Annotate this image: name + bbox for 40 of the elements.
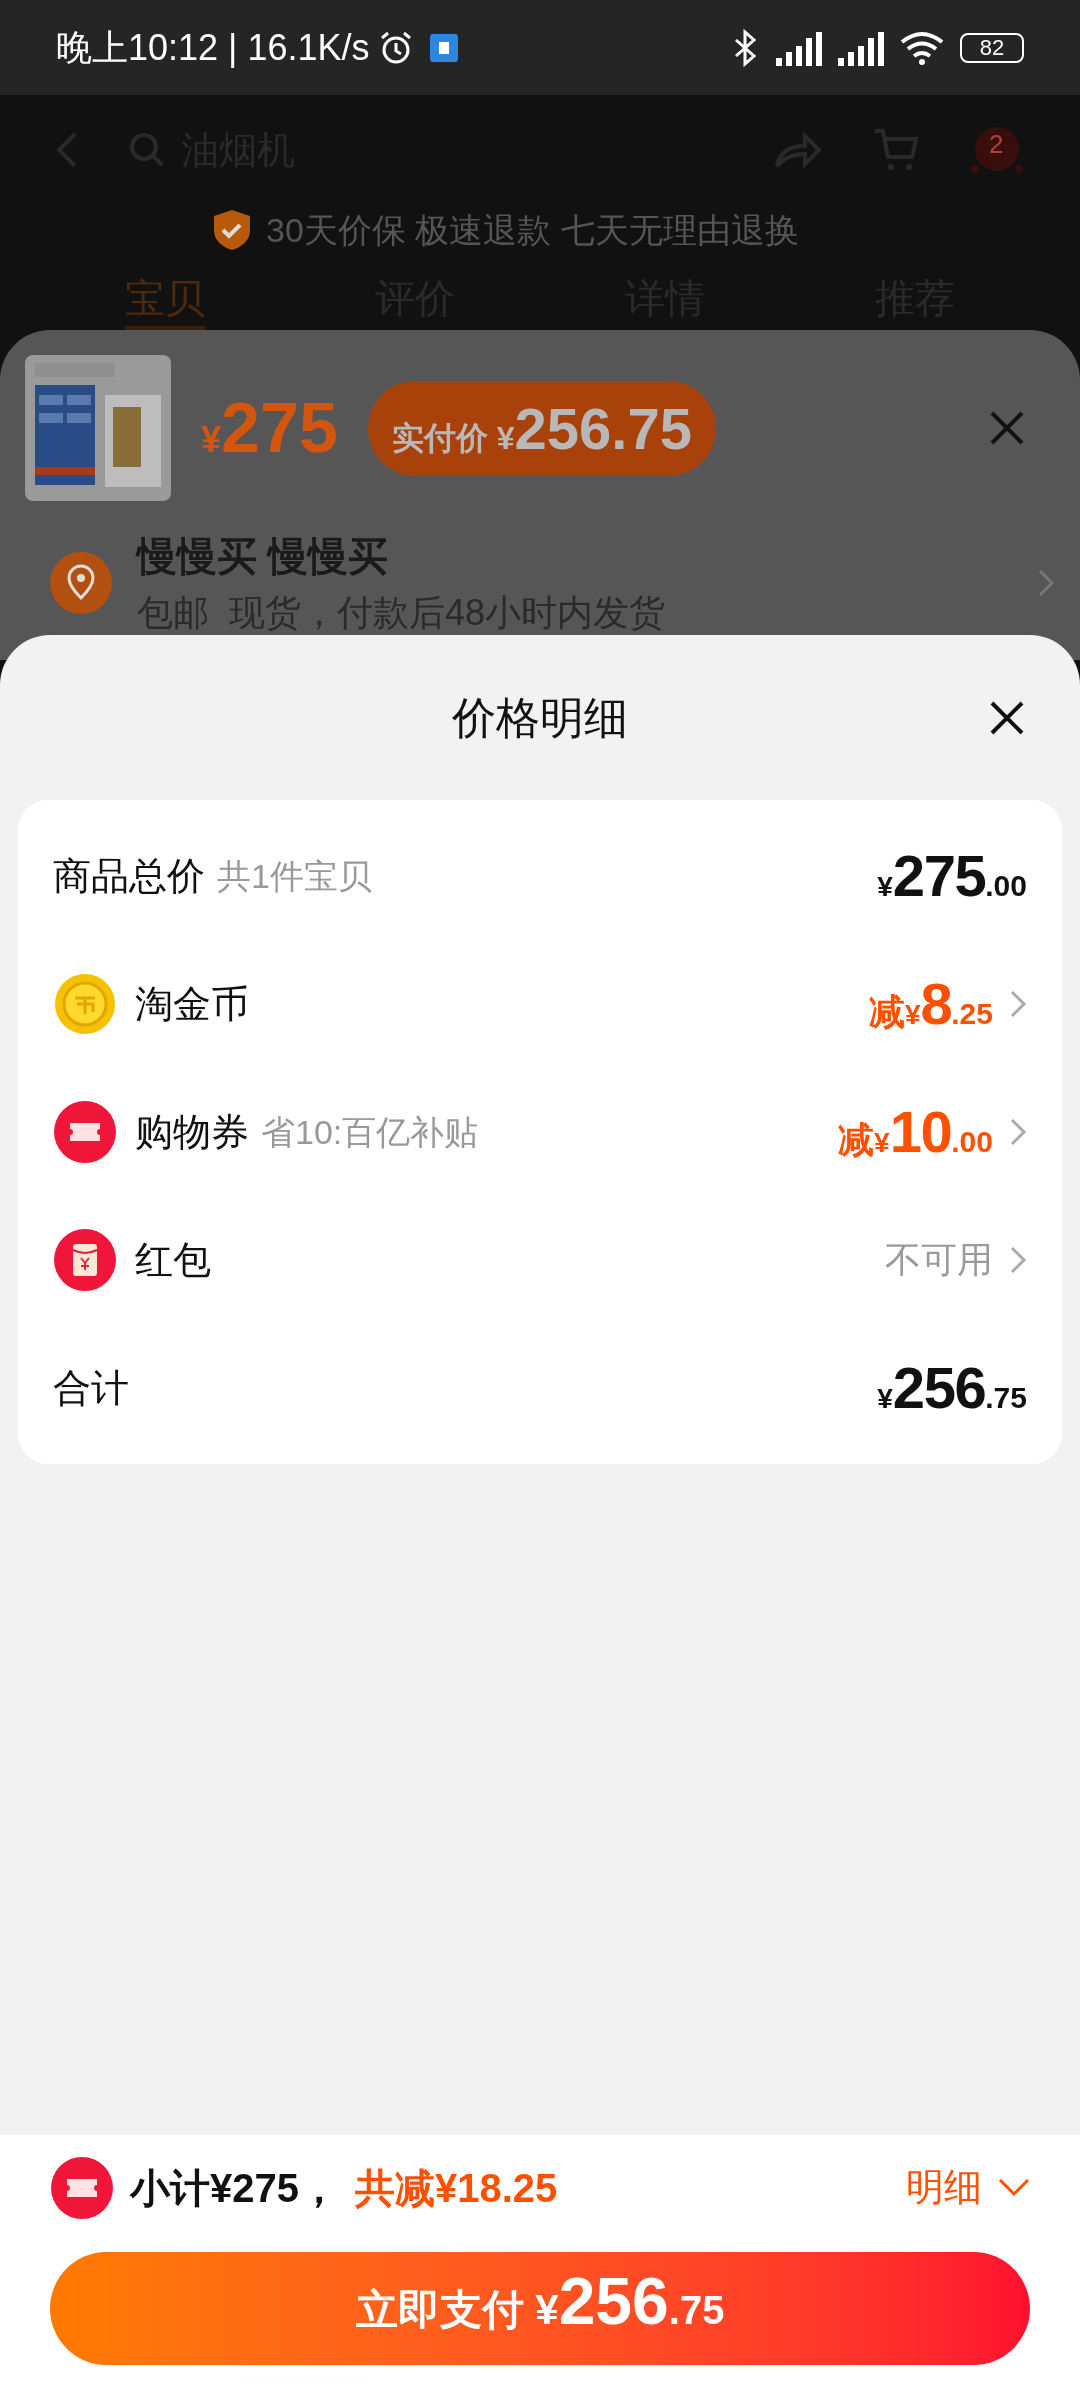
chevron-right-icon — [1009, 1245, 1027, 1275]
row-note: 省10:百亿补贴 — [261, 1111, 479, 1153]
price-amount: ¥256.75 — [877, 1359, 1027, 1417]
row-label: 红包 — [135, 1237, 211, 1283]
sheet-title: 价格明细 — [452, 691, 628, 744]
row-label: 商品总价 — [53, 853, 205, 899]
product-price: ¥275 — [201, 387, 338, 469]
discount-total: 共减¥18.25 — [355, 2164, 558, 2212]
details-toggle[interactable]: 明细 — [906, 2159, 1030, 2216]
app-notification-icon — [429, 33, 458, 62]
price-amount: 减¥8.25 — [868, 975, 993, 1033]
row-label: 购物券 — [135, 1109, 249, 1155]
row-label: 合计 — [53, 1365, 129, 1411]
search-icon — [129, 132, 165, 168]
close-icon[interactable] — [989, 699, 1025, 736]
guarantee-text: 30天价保 极速退款 七天无理由退换 — [266, 209, 799, 251]
price-amount: ¥275.00 — [877, 847, 1027, 905]
subtotal-text: 小计¥275， — [130, 2164, 339, 2212]
pay-button[interactable]: 立即支付 ¥256.75 — [50, 2252, 1030, 2365]
ticket-icon — [50, 2155, 114, 2220]
status-time: 晚上10:12 | 16.1K/s — [56, 25, 370, 70]
battery-indicator: 82 — [960, 32, 1024, 63]
row-note: 共1件宝贝 — [217, 855, 372, 897]
chevron-down-icon — [998, 2177, 1030, 2198]
coin-icon — [53, 972, 117, 1036]
chevron-right-icon — [1009, 989, 1027, 1019]
address-name: 慢慢买 慢慢买 — [137, 533, 390, 580]
chevron-right-icon — [1037, 568, 1055, 598]
ticket-icon — [53, 1100, 117, 1164]
chevron-right-icon — [1009, 1117, 1027, 1147]
unavailable-text: 不可用 — [885, 1238, 993, 1282]
envelope-icon — [53, 1228, 117, 1292]
row-label: 淘金币 — [135, 981, 249, 1027]
actual-price-pill: 实付价 ¥256.75 — [367, 380, 716, 476]
more-icon[interactable] — [969, 125, 1025, 175]
cart-count: 2 — [989, 131, 1004, 157]
price-amount: 减¥10.00 — [838, 1103, 993, 1161]
back-icon — [55, 130, 79, 170]
wifi-icon — [900, 29, 944, 66]
location-pin-icon — [50, 552, 112, 614]
